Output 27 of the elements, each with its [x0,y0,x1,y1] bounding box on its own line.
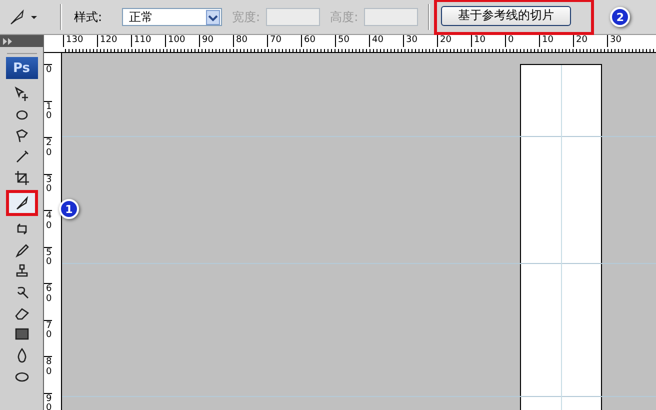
crop-tool-icon [14,170,30,186]
ruler-label: 80 [44,356,52,392]
app-logo: Ps [6,57,38,79]
ruler-label: 70 [44,320,52,356]
gradient-tool-icon [14,326,30,342]
move-tool-icon [14,86,30,102]
ruler-label: 40 [44,210,52,246]
slices-from-guides-button[interactable]: 基于参考线的切片 [441,6,572,26]
ruler-label: 30 [44,174,52,210]
ruler-label: 50 [44,246,52,283]
ruler-label: 0 [44,64,52,100]
tool-button[interactable] [6,190,38,216]
brush-tool-icon [14,242,30,258]
height-label: 高度: [330,8,358,26]
slice-tool-icon [8,7,38,27]
ruler-label: 20 [44,137,52,174]
stamp-tool-icon [14,262,30,278]
style-dropdown[interactable]: 正常 [122,8,222,26]
callout-number: 2 [610,7,630,27]
width-label: 宽度: [232,8,260,26]
style-label: 样式: [74,8,102,26]
lasso-tool-icon [14,128,30,144]
ruler-label: 60 [44,283,52,320]
chevron-down-icon [206,10,220,24]
ruler-label: 10 [44,100,52,137]
slice-tool-icon [14,195,30,211]
collapse-icon[interactable] [3,38,13,44]
